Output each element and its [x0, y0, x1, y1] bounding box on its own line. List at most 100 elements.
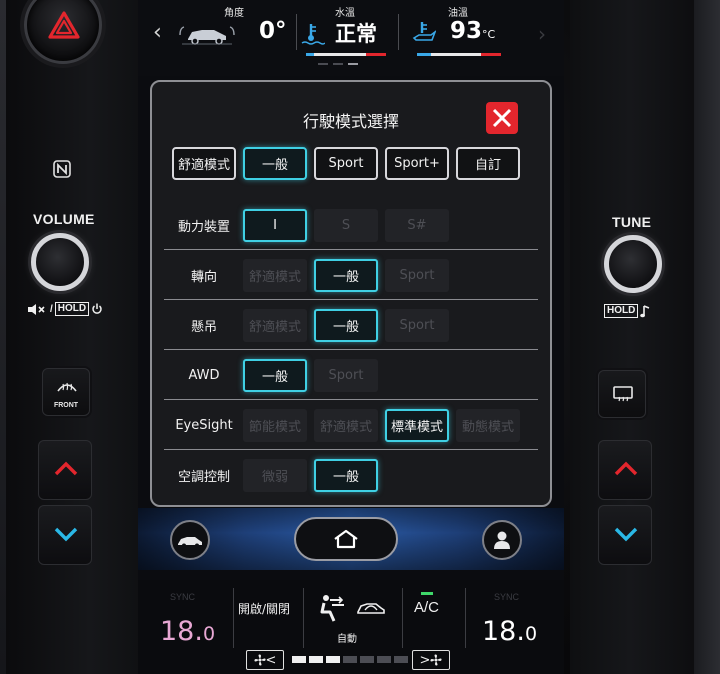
oil-temp-unit: °C: [482, 28, 496, 41]
fan-decrease-button[interactable]: <: [246, 650, 284, 670]
fan-icon: [254, 654, 266, 666]
left-trim: [0, 0, 6, 674]
drive-mode-tabs: 舒適模式 一般 Sport Sport+ 自訂: [172, 147, 520, 180]
ac-indicator: [421, 592, 433, 595]
water-temp-title: 水溫: [335, 8, 355, 19]
chevron-left-icon: <: [265, 652, 277, 668]
setting-option[interactable]: 舒適模式: [243, 309, 307, 342]
setting-option[interactable]: Sport: [314, 359, 378, 392]
mode-button-sport[interactable]: Sport: [314, 147, 378, 180]
forward-button[interactable]: ›: [538, 22, 546, 46]
setting-option[interactable]: 舒適模式: [314, 409, 378, 442]
water-temp-bar-normal: [314, 53, 366, 56]
chevron-down-icon: [614, 527, 638, 542]
setting-row-climate: 空調控制 微弱 一般: [164, 450, 538, 500]
vehicle-status-bar: ‹ 角度 0° 水溫 正常 油溫 93°C ›: [138, 0, 564, 76]
mode-button-normal[interactable]: 一般: [243, 147, 307, 180]
left-control-strip: [0, 0, 150, 674]
fan-level-segment: [326, 656, 340, 663]
water-temp-bar-cold: [306, 53, 314, 56]
left-temp-dec: 0: [202, 623, 216, 645]
setting-option[interactable]: 標準模式: [385, 409, 449, 442]
setting-label: EyeSight: [175, 417, 233, 433]
fan-increase-button[interactable]: >: [412, 650, 450, 670]
right-temp-up-button[interactable]: [598, 440, 652, 500]
volume-hold-label: / HOLD: [28, 302, 103, 316]
fan-level-segment: [394, 656, 408, 663]
chevron-up-icon: [54, 461, 78, 476]
setting-option[interactable]: S#: [385, 209, 449, 242]
page-dot-active: [348, 63, 358, 65]
setting-option[interactable]: Sport: [385, 309, 449, 342]
right-temp-down-button[interactable]: [598, 505, 652, 565]
climate-power-button[interactable]: 開啟/關閉: [238, 600, 290, 617]
fan-level-segment: [377, 656, 391, 663]
chevron-right-icon: >: [419, 652, 431, 668]
status-divider: [296, 14, 297, 50]
oil-temp-title: 油溫: [448, 8, 468, 19]
power-icon: [92, 303, 102, 314]
fan-level-segment: [309, 656, 323, 663]
right-temperature[interactable]: 18.0: [482, 616, 537, 647]
profile-icon: [494, 531, 510, 549]
right-trim: [694, 0, 720, 674]
fan-speed-level: [292, 656, 408, 663]
fan-level-segment: [292, 656, 306, 663]
fan-level-segment: [343, 656, 357, 663]
setting-option[interactable]: 動態模式: [456, 409, 520, 442]
home-button[interactable]: [294, 517, 398, 561]
left-temp-up-button[interactable]: [38, 440, 92, 500]
page-dot: [318, 63, 328, 65]
setting-label: 轉向: [190, 269, 217, 285]
car-recirculation-icon: [357, 603, 385, 614]
front-defrost-button[interactable]: FRONT: [42, 368, 90, 416]
volume-knob[interactable]: [31, 233, 89, 291]
home-icon: [334, 529, 358, 549]
sync-label-left: SYNC: [170, 592, 196, 602]
setting-label: 懸吊: [190, 319, 217, 335]
vehicle-icon: [178, 537, 202, 548]
front-defrost-label: FRONT: [53, 402, 79, 409]
setting-option[interactable]: 一般: [243, 359, 307, 392]
setting-option[interactable]: S: [314, 209, 378, 242]
water-temp-bar-hot: [366, 53, 386, 56]
bottom-dock: [138, 508, 564, 570]
climate-divider: [465, 588, 466, 648]
close-icon: [492, 108, 512, 128]
right-temp-dec: 0: [524, 623, 538, 645]
climate-divider: [233, 588, 234, 648]
tune-knob[interactable]: [604, 235, 662, 293]
water-temp-icon: [301, 24, 325, 45]
vehicle-button[interactable]: [170, 520, 210, 560]
setting-option[interactable]: 一般: [314, 459, 378, 492]
ac-button[interactable]: A/C: [414, 599, 439, 616]
mode-button-sport-plus[interactable]: Sport+: [385, 147, 449, 180]
setting-row-suspension: 懸吊 舒適模式 一般 Sport: [164, 300, 538, 350]
setting-option[interactable]: 一般: [314, 259, 378, 292]
climate-panel: SYNC 18.0 開啟/關閉 自動 A/C SYNC 18.0 < >: [138, 580, 564, 674]
page-indicator: [318, 63, 358, 65]
setting-option[interactable]: Sport: [385, 259, 449, 292]
chevron-up-icon: [614, 461, 638, 476]
mode-button-custom[interactable]: 自訂: [456, 147, 520, 180]
setting-option[interactable]: 一般: [314, 309, 378, 342]
oil-temp-value: 93°C: [450, 18, 495, 44]
setting-option[interactable]: I: [243, 209, 307, 242]
volume-label: VOLUME: [33, 211, 95, 227]
oil-temp-bar-normal: [431, 53, 481, 56]
close-button[interactable]: [486, 102, 518, 134]
infotainment-screen: ‹ 角度 0° 水溫 正常 油溫 93°C › 行駛模式選擇 舒適模式 一般 S…: [138, 0, 564, 674]
setting-option[interactable]: 舒適模式: [243, 259, 307, 292]
angle-value: 0°: [259, 18, 287, 44]
left-temp-down-button[interactable]: [38, 505, 92, 565]
left-temperature[interactable]: 18.0: [160, 616, 215, 647]
oil-temp-bar-hot: [481, 53, 501, 56]
vehicle-pitch-icon: [179, 26, 235, 45]
setting-row-awd: AWD 一般 Sport: [164, 350, 538, 400]
setting-option[interactable]: 微弱: [243, 459, 307, 492]
mode-button-comfort[interactable]: 舒適模式: [172, 147, 236, 180]
rear-defrost-button[interactable]: [598, 370, 646, 418]
back-button[interactable]: ‹: [153, 20, 162, 45]
setting-option[interactable]: 節能模式: [243, 409, 307, 442]
profile-button[interactable]: [482, 520, 522, 560]
